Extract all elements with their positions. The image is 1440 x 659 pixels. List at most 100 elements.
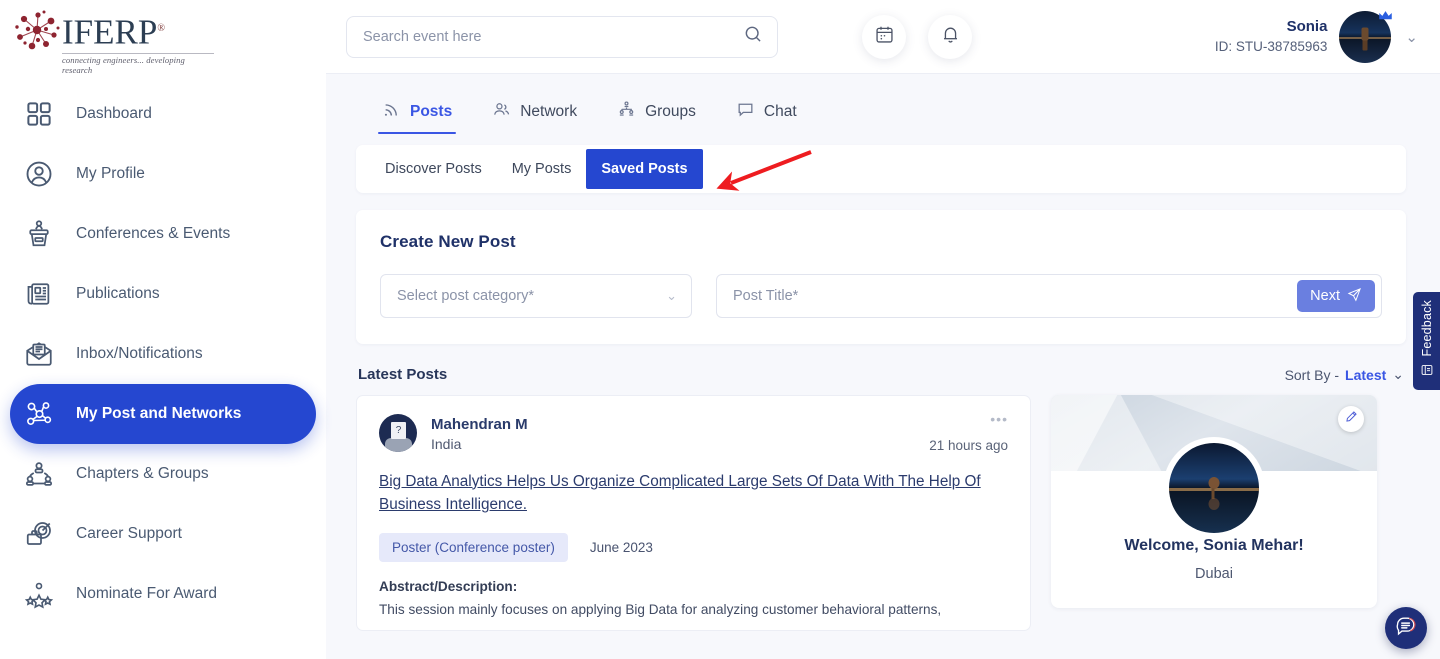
- abstract-text: This session mainly focuses on applying …: [379, 600, 1008, 620]
- sidebar-item-label: Nominate For Award: [76, 585, 217, 603]
- subtab-label: Discover Posts: [385, 161, 482, 177]
- tab-label: Network: [520, 103, 577, 121]
- sidebar-item-my-post-and-networks[interactable]: My Post and Networks: [10, 384, 316, 444]
- chat-support-icon: [1395, 615, 1417, 642]
- bell-icon: [940, 24, 961, 50]
- tab-chat[interactable]: Chat: [736, 100, 797, 134]
- topbar-icon-group: [862, 15, 972, 59]
- subtab-my-posts[interactable]: My Posts: [497, 149, 587, 189]
- people-icon: [492, 100, 511, 124]
- sidebar-item-my-profile[interactable]: My Profile: [10, 144, 316, 204]
- user-meta: Sonia ID: STU-38785963: [1215, 17, 1328, 55]
- subtab-label: Saved Posts: [601, 161, 687, 177]
- profile-location: Dubai: [1061, 566, 1367, 582]
- post-meta-right: ••• 21 hours ago: [929, 414, 1008, 453]
- post-author-avatar[interactable]: ?: [379, 414, 417, 452]
- sort-by-value: Latest: [1345, 367, 1386, 383]
- next-button[interactable]: Next: [1297, 280, 1375, 312]
- create-post-title: Create New Post: [380, 232, 1382, 252]
- top-bar: Sonia ID: STU-38785963 ⌄: [326, 0, 1440, 74]
- posts-header: Latest Posts Sort By - Latest ⌄: [356, 366, 1406, 383]
- avatar[interactable]: [1339, 11, 1391, 63]
- sort-by-control[interactable]: Sort By - Latest ⌄: [1285, 366, 1404, 383]
- sort-by-prefix: Sort By -: [1285, 367, 1339, 383]
- sidebar-item-label: Career Support: [76, 525, 182, 543]
- notifications-button[interactable]: [928, 15, 972, 59]
- user-circle-icon: [22, 157, 56, 191]
- chat-bubble-icon: [736, 100, 755, 124]
- post-date: June 2023: [590, 540, 653, 555]
- sidebar: IFERP® connecting engineers... developin…: [0, 0, 326, 659]
- create-post-form: Select post category* ⌄ Next: [380, 274, 1382, 318]
- sidebar-item-label: My Post and Networks: [76, 405, 241, 423]
- post-title-link[interactable]: Big Data Analytics Helps Us Organize Com…: [379, 470, 1008, 517]
- profile-welcome-text: Welcome, Sonia Mehar!: [1061, 537, 1367, 555]
- tab-network[interactable]: Network: [492, 100, 577, 134]
- post-title-field[interactable]: Next: [716, 274, 1382, 318]
- main-tabs: Posts Network: [356, 74, 1406, 134]
- sidebar-item-dashboard[interactable]: Dashboard: [10, 84, 316, 144]
- iferp-molecule-icon: [14, 10, 60, 54]
- create-post-card: Create New Post Select post category* ⌄ …: [356, 210, 1406, 344]
- post-category-placeholder: Select post category*: [397, 288, 534, 304]
- abstract-label: Abstract/Description:: [379, 579, 1008, 594]
- user-name: Sonia: [1215, 17, 1328, 37]
- calendar-button[interactable]: [862, 15, 906, 59]
- envelope-icon: [22, 337, 56, 371]
- feedback-note-icon: [1420, 363, 1434, 382]
- people-network-icon: [22, 457, 56, 491]
- post-author-name[interactable]: Mahendran M: [431, 414, 528, 435]
- post-title-input[interactable]: [733, 288, 1297, 304]
- profile-avatar[interactable]: [1163, 437, 1265, 539]
- tab-groups[interactable]: Groups: [617, 100, 696, 134]
- sidebar-item-nominate-for-award[interactable]: Nominate For Award: [10, 564, 316, 624]
- post-category-select[interactable]: Select post category* ⌄: [380, 274, 692, 318]
- sidebar-item-label: Conferences & Events: [76, 225, 230, 243]
- ellipsis-icon[interactable]: •••: [929, 414, 1008, 424]
- sidebar-item-label: Dashboard: [76, 105, 152, 123]
- calendar-icon: [874, 24, 895, 50]
- subtab-saved-posts[interactable]: Saved Posts: [586, 149, 702, 189]
- sidebar-item-publications[interactable]: Publications: [10, 264, 316, 324]
- newspaper-icon: [22, 277, 56, 311]
- chevron-down-icon: ⌄: [666, 288, 677, 304]
- feed-and-rail: ? Mahendran M India ••• 21 hours ago: [356, 395, 1406, 631]
- send-icon: [1347, 287, 1362, 306]
- feedback-label: Feedback: [1420, 300, 1434, 357]
- user-menu[interactable]: Sonia ID: STU-38785963 ⌄: [1215, 11, 1418, 63]
- subtab-discover-posts[interactable]: Discover Posts: [370, 149, 497, 189]
- crown-icon: [1377, 9, 1393, 22]
- sidebar-item-conferences-events[interactable]: Conferences & Events: [10, 204, 316, 264]
- sidebar-item-chapters-groups[interactable]: Chapters & Groups: [10, 444, 316, 504]
- subtab-label: My Posts: [512, 161, 572, 177]
- post-timestamp: 21 hours ago: [929, 438, 1008, 453]
- chevron-down-icon: ⌄: [1392, 366, 1404, 383]
- sidebar-item-label: Publications: [76, 285, 160, 303]
- chevron-down-icon[interactable]: ⌄: [1403, 28, 1418, 46]
- sidebar-nav: Dashboard My Profile: [0, 84, 326, 624]
- search-icon[interactable]: [743, 24, 763, 49]
- brand-logo[interactable]: IFERP® connecting engineers... developin…: [0, 0, 326, 72]
- tab-posts[interactable]: Posts: [382, 100, 452, 134]
- sidebar-item-label: Inbox/Notifications: [76, 345, 203, 363]
- brand-name-text: IFERP: [62, 13, 157, 52]
- sidebar-item-inbox-notifications[interactable]: Inbox/Notifications: [10, 324, 316, 384]
- profile-card: Welcome, Sonia Mehar! Dubai: [1051, 395, 1377, 608]
- sidebar-item-label: Chapters & Groups: [76, 465, 209, 483]
- next-button-label: Next: [1310, 288, 1340, 304]
- app-root: IFERP® connecting engineers... developin…: [0, 0, 1440, 659]
- edit-profile-button[interactable]: [1338, 406, 1364, 432]
- brand-tagline: connecting engineers... developing resea…: [62, 53, 214, 75]
- chat-support-button[interactable]: [1385, 607, 1427, 649]
- sidebar-item-career-support[interactable]: Career Support: [10, 504, 316, 564]
- post-author-location: India: [431, 435, 528, 455]
- search-input[interactable]: [363, 29, 743, 45]
- feedback-tab[interactable]: Feedback: [1413, 292, 1440, 390]
- post-feed: ? Mahendran M India ••• 21 hours ago: [356, 395, 1031, 631]
- right-rail: Welcome, Sonia Mehar! Dubai: [1051, 395, 1377, 631]
- search-box[interactable]: [346, 16, 778, 58]
- podium-icon: [22, 217, 56, 251]
- post-category-chip: Poster (Conference poster): [379, 533, 568, 562]
- grid-icon: [22, 97, 56, 131]
- post-header: ? Mahendran M India ••• 21 hours ago: [379, 414, 1008, 455]
